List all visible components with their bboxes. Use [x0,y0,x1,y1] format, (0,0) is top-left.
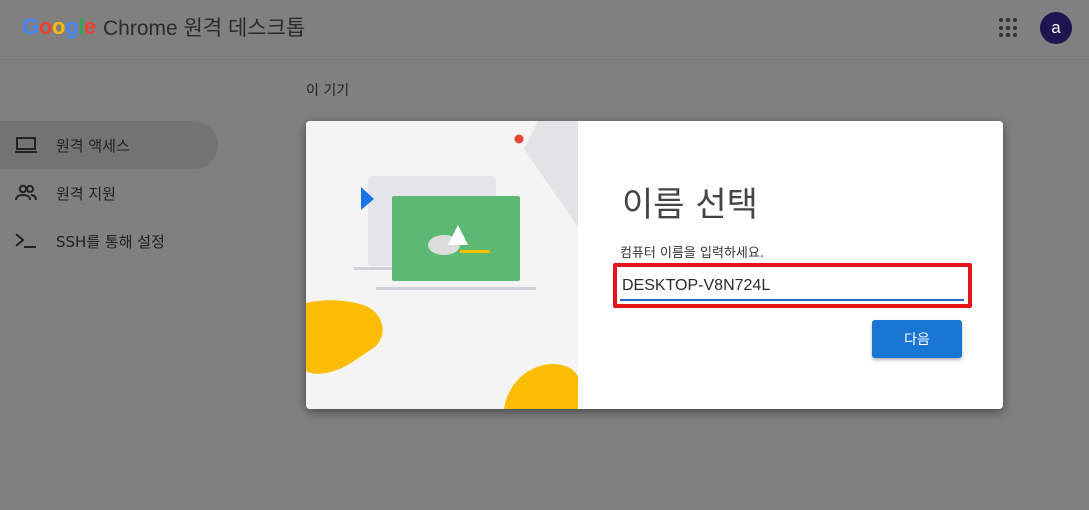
apps-grid-icon[interactable] [999,18,1019,38]
people-icon [15,184,37,201]
dialog-title: 이름 선택 [622,185,758,225]
logo-letter: g [65,14,79,39]
sidebar-item-remote-support[interactable]: 원격 지원 [0,169,218,217]
name-prompt: 컴퓨터 이름을 입력하세요. [620,246,764,261]
google-logo: Google [22,14,96,40]
product-name: Chrome 원격 데스크톱 [102,17,306,40]
illustration [306,121,578,409]
sidebar-item-label: SSH를 통해 설정 [56,232,165,251]
computer-name-input[interactable] [620,273,964,301]
logo-letter: G [22,14,39,39]
choose-name-dialog: 이름 선택 컴퓨터 이름을 입력하세요. 다음 [306,121,1003,409]
logo-letter: o [38,14,52,39]
laptop-icon [15,137,37,153]
brand[interactable]: Google Chrome 원격 데스크톱 [22,12,305,42]
logo-letter: e [84,14,96,39]
next-button[interactable]: 다음 [872,320,962,358]
sidebar-item-ssh-setup[interactable]: SSH를 통해 설정 [0,217,218,265]
avatar[interactable]: a [1040,12,1072,44]
sidebar-item-remote-access[interactable]: 원격 액세스 [0,121,218,169]
logo-letter: o [51,14,66,39]
section-title: 이 기기 [306,83,350,99]
terminal-icon [15,233,36,248]
sidebar-item-label: 원격 액세스 [56,136,130,155]
sidebar-item-label: 원격 지원 [56,184,116,203]
laptop-illustration [306,121,578,409]
top-app-bar: Google Chrome 원격 데스크톱 a [0,0,1089,60]
